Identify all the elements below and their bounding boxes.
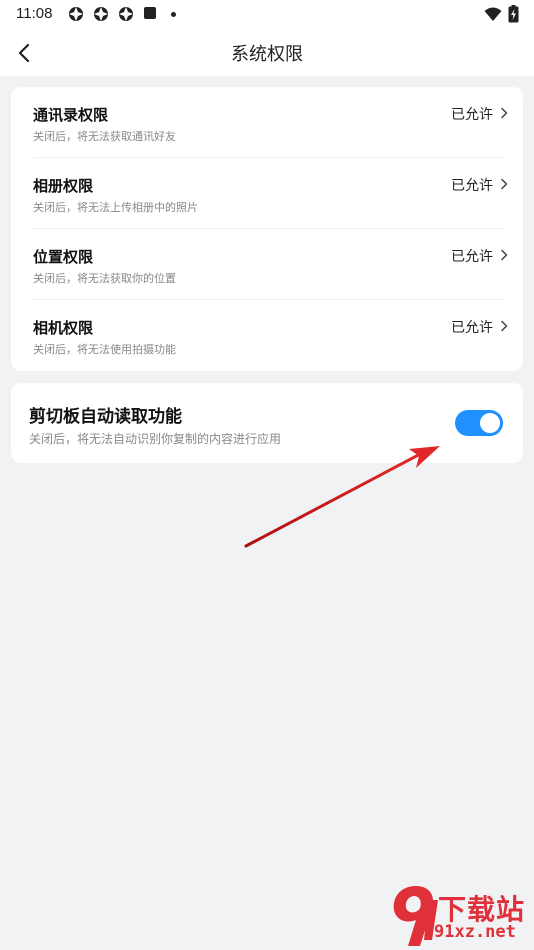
permission-title: 位置权限: [33, 248, 94, 266]
status-bar: 11:08: [0, 0, 534, 30]
permission-item-album[interactable]: 相册权限 关闭后，将无法上传相册中的照片 已允许: [11, 158, 523, 229]
toggle-knob: [480, 413, 500, 433]
app-notification-icon: [119, 7, 133, 21]
permission-title: 相机权限: [33, 319, 94, 337]
watermark-domain: 91xz.net: [434, 922, 516, 942]
permission-description: 关闭后，将无法获取你的位置: [33, 272, 176, 285]
permission-status: 已允许: [451, 320, 493, 336]
wifi-icon: [484, 7, 502, 21]
clipboard-card: 剪切板自动读取功能 关闭后，将无法自动识别你复制的内容进行应用: [11, 383, 523, 463]
chevron-right-icon: [501, 320, 508, 332]
notification-square-icon: [144, 7, 156, 19]
permission-status: 已允许: [451, 178, 493, 194]
chevron-right-icon: [501, 249, 508, 261]
status-time: 11:08: [16, 5, 53, 22]
clipboard-toggle-switch[interactable]: [455, 410, 503, 436]
chevron-right-icon: [501, 107, 508, 119]
more-notifications-dot-icon: [171, 12, 176, 17]
battery-icon: [508, 5, 519, 23]
permission-item-contacts[interactable]: 通讯录权限 关闭后，将无法获取通讯好友 已允许: [11, 87, 523, 158]
permission-title: 相册权限: [33, 177, 94, 195]
permission-description: 关闭后，将无法使用拍摄功能: [33, 343, 176, 356]
permission-description: 关闭后，将无法上传相册中的照片: [33, 201, 198, 214]
watermark: 下载站 91xz.net: [388, 880, 534, 950]
permission-status: 已允许: [451, 107, 493, 123]
permission-item-location[interactable]: 位置权限 关闭后，将无法获取你的位置 已允许: [11, 229, 523, 300]
permissions-card: 通讯录权限 关闭后，将无法获取通讯好友 已允许 相册权限 关闭后，将无法上传相册…: [11, 87, 523, 371]
watermark-logo-icon: [393, 886, 438, 946]
chevron-right-icon: [501, 178, 508, 190]
permission-description: 关闭后，将无法获取通讯好友: [33, 130, 176, 143]
permission-status: 已允许: [451, 249, 493, 265]
app-notification-icon: [94, 7, 108, 21]
app-notification-icon: [69, 7, 83, 21]
page-title: 系统权限: [231, 44, 303, 65]
header-bar: 系统权限: [0, 30, 534, 76]
clipboard-description: 关闭后，将无法自动识别你复制的内容进行应用: [29, 432, 282, 446]
clipboard-title: 剪切板自动读取功能: [29, 407, 182, 427]
permission-item-camera[interactable]: 相机权限 关闭后，将无法使用拍摄功能 已允许: [11, 300, 523, 371]
permission-title: 通讯录权限: [33, 106, 109, 124]
